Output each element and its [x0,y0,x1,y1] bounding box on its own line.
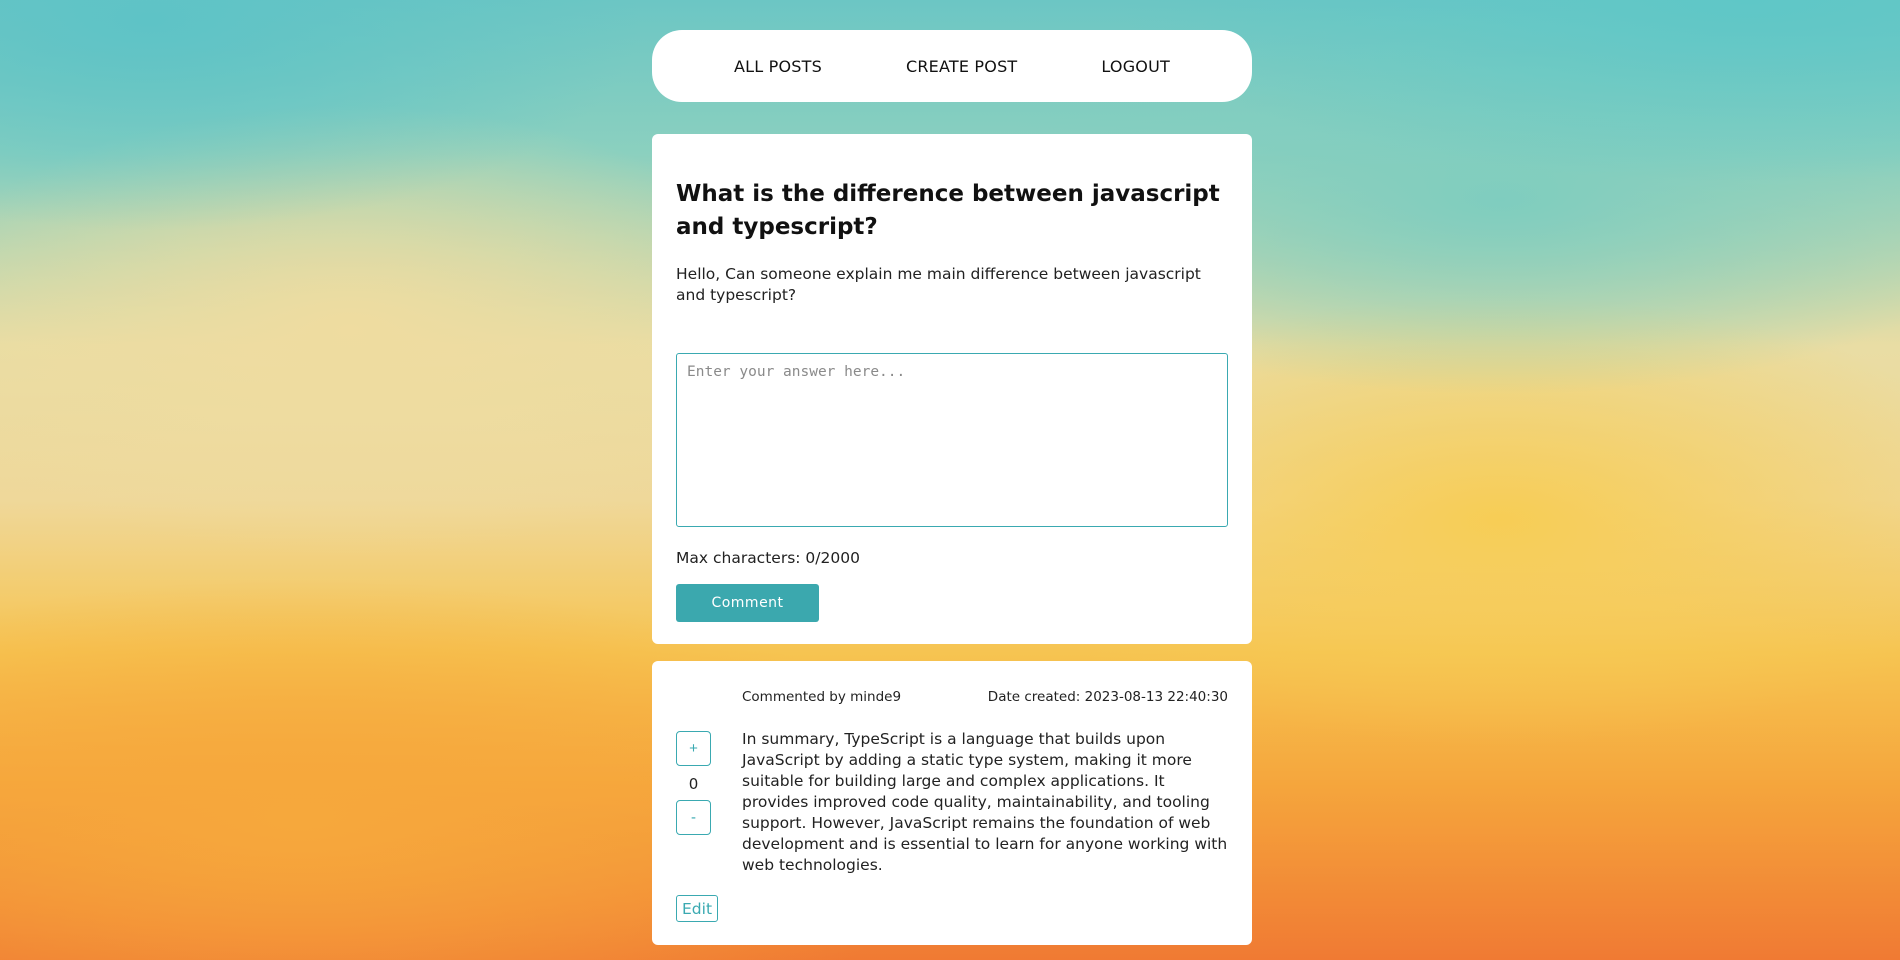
nav-create-post-link[interactable]: CREATE POST [906,57,1017,76]
edit-comment-button[interactable]: Edit [676,895,719,922]
comment-text: In summary, TypeScript is a language tha… [742,730,1228,874]
nav-all-posts-link[interactable]: ALL POSTS [734,57,822,76]
downvote-button[interactable]: - [676,800,711,835]
post-card: What is the difference between javascrip… [652,134,1252,644]
upvote-button[interactable]: + [676,731,711,766]
answer-textarea[interactable] [676,353,1228,527]
comment-button[interactable]: Comment [676,584,819,622]
comment-card: Commented by minde9 Date created: 2023-0… [652,661,1252,945]
top-nav: ALL POSTS CREATE POST LOGOUT [652,30,1252,102]
nav-logout-link[interactable]: LOGOUT [1101,57,1170,76]
post-title: What is the difference between javascrip… [676,181,1220,240]
post-body: Hello, Can someone explain me main diffe… [676,265,1201,304]
vote-count: 0 [688,775,699,793]
comment-author: Commented by minde9 [742,689,902,705]
comment-date: Date created: 2023-08-13 22:40:30 [987,689,1228,705]
max-characters-counter: Max characters: 0/2000 [676,549,860,567]
